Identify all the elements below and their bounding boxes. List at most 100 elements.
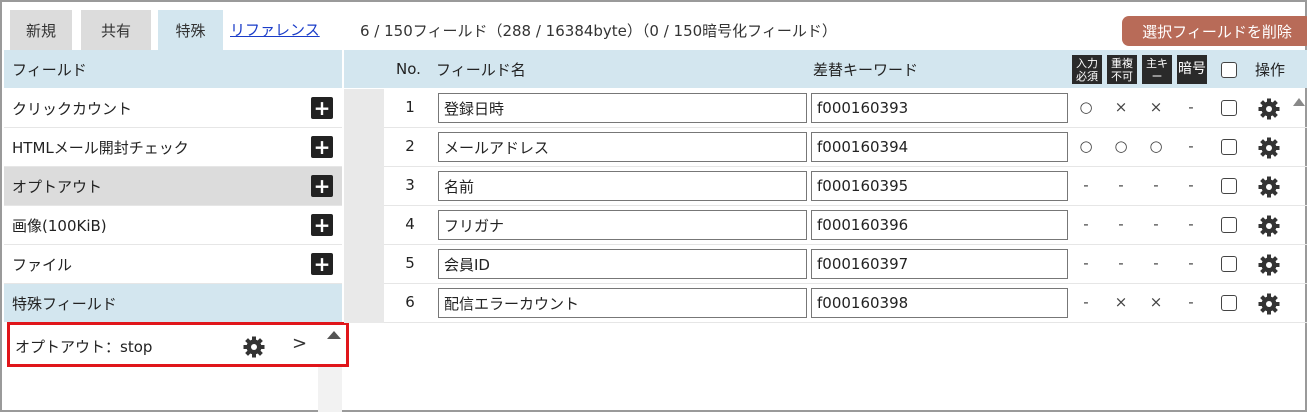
- keyword-input[interactable]: f000160398: [811, 288, 1068, 318]
- add-icon[interactable]: +: [311, 97, 333, 119]
- column-no: No.: [396, 60, 421, 78]
- unique-flag: ×: [1114, 98, 1128, 116]
- column-ops: 操作: [1255, 60, 1286, 79]
- gear-icon[interactable]: [1257, 97, 1281, 125]
- row-select-checkbox[interactable]: [1221, 139, 1237, 155]
- row-select-checkbox[interactable]: [1221, 256, 1237, 272]
- primary-key-flag: ○: [1149, 137, 1163, 155]
- scroll-up-icon[interactable]: [327, 331, 341, 339]
- row-select-checkbox[interactable]: [1221, 217, 1237, 233]
- keyword-input[interactable]: f000160396: [811, 210, 1068, 240]
- tab-share[interactable]: 共有: [81, 10, 151, 50]
- field-name-input[interactable]: 登録日時: [438, 93, 807, 123]
- primary-key-flag: -: [1153, 215, 1159, 233]
- palette-item-label: 画像(100KiB): [12, 216, 107, 235]
- scroll-up-icon[interactable]: [1293, 98, 1305, 106]
- palette-item-image: 画像(100KiB) +: [4, 206, 342, 245]
- special-fields-header: 特殊フィールド: [4, 284, 342, 322]
- table-row: 4 フリガナ f000160396- - - -: [384, 206, 1307, 245]
- tab-special[interactable]: 特殊: [158, 10, 223, 50]
- row-select-checkbox[interactable]: [1221, 295, 1237, 311]
- row-gutter: [344, 89, 384, 323]
- app-frame: 新規 共有 特殊 リファレンス 6 / 150フィールド（288 / 16384…: [0, 0, 1307, 412]
- field-name-input[interactable]: メールアドレス: [438, 132, 807, 162]
- row-number: 5: [405, 254, 415, 272]
- unique-badge: 重複不可: [1107, 55, 1137, 84]
- palette-item-label: ファイル: [12, 255, 73, 274]
- palette-item-click-count: クリックカウント +: [4, 89, 342, 128]
- required-flag: -: [1083, 293, 1089, 311]
- field-name-input[interactable]: フリガナ: [438, 210, 807, 240]
- field-name-input[interactable]: 名前: [438, 171, 807, 201]
- gear-icon[interactable]: [242, 335, 266, 363]
- primary-key-flag: -: [1153, 254, 1159, 272]
- encrypt-flag: -: [1188, 98, 1194, 116]
- add-icon[interactable]: +: [311, 136, 333, 158]
- primary-key-flag: ×: [1149, 293, 1163, 311]
- encrypt-flag: -: [1188, 293, 1194, 311]
- gear-icon[interactable]: [1257, 136, 1281, 164]
- row-number: 1: [405, 98, 415, 116]
- unique-flag: -: [1118, 254, 1124, 272]
- unique-flag: -: [1118, 176, 1124, 194]
- encrypt-flag: -: [1188, 137, 1194, 155]
- keyword-input[interactable]: f000160395: [811, 171, 1068, 201]
- table-row: 5 会員ID f000160397- - - -: [384, 245, 1307, 284]
- primary-key-badge: 主キー: [1142, 55, 1172, 84]
- palette-item-label: クリックカウント: [12, 99, 133, 118]
- delete-selected-fields-button[interactable]: 選択フィールドを削除: [1122, 16, 1307, 46]
- add-icon[interactable]: +: [311, 214, 333, 236]
- row-number: 4: [405, 215, 415, 233]
- encrypt-badge: 暗号: [1177, 55, 1207, 84]
- gear-icon[interactable]: [1257, 292, 1281, 320]
- gear-icon[interactable]: [1257, 253, 1281, 281]
- row-number: 6: [405, 293, 415, 311]
- special-item-label: オプトアウト：stop: [15, 338, 153, 356]
- row-select-checkbox[interactable]: [1221, 178, 1237, 194]
- required-flag: -: [1083, 176, 1089, 194]
- add-icon[interactable]: +: [311, 175, 333, 197]
- keyword-input[interactable]: f000160394: [811, 132, 1068, 162]
- palette-item-file: ファイル +: [4, 245, 342, 284]
- field-name-input[interactable]: 配信エラーカウント: [438, 288, 807, 318]
- required-flag: ○: [1079, 98, 1093, 116]
- palette-item-html-open-check: HTMLメール開封チェック +: [4, 128, 342, 167]
- column-keyword: 差替キーワード: [813, 60, 919, 79]
- required-badge: 入力必須: [1072, 55, 1102, 84]
- top-bar: 新規 共有 特殊 リファレンス 6 / 150フィールド（288 / 16384…: [8, 10, 1307, 50]
- table-row: 6 配信エラーカウント f000160398- × × -: [384, 284, 1307, 323]
- table-row: 1 登録日時 f000160393 ○ × × -: [384, 89, 1307, 128]
- add-icon[interactable]: +: [311, 253, 333, 275]
- table-row: 2 メールアドレス f000160394 ○ ○ ○ -: [384, 128, 1307, 167]
- select-all-checkbox[interactable]: [1221, 62, 1237, 78]
- required-flag: -: [1083, 254, 1089, 272]
- table-header: No. フィールド名 差替キーワード 入力必須 重複不可 主キー 暗号 操作: [344, 50, 1307, 88]
- column-field-name: フィールド名: [436, 60, 526, 79]
- row-number: 3: [405, 176, 415, 194]
- tab-new[interactable]: 新規: [10, 10, 72, 50]
- required-flag: ○: [1079, 137, 1093, 155]
- primary-key-flag: ×: [1149, 98, 1163, 116]
- keyword-input[interactable]: f000160393: [811, 93, 1068, 123]
- gear-icon[interactable]: [1257, 214, 1281, 242]
- unique-flag: ○: [1114, 137, 1128, 155]
- keyword-input[interactable]: f000160397: [811, 249, 1068, 279]
- field-count-text: 6 / 150フィールド（288 / 16384byte）（0 / 150暗号化…: [360, 22, 837, 40]
- unique-flag: ×: [1114, 293, 1128, 311]
- chevron-right-icon[interactable]: >: [292, 333, 307, 354]
- palette-header: フィールド: [4, 50, 342, 88]
- required-flag: -: [1083, 215, 1089, 233]
- table-row: 3 名前 f000160395- - - -: [384, 167, 1307, 206]
- primary-key-flag: -: [1153, 176, 1159, 194]
- unique-flag: -: [1118, 215, 1124, 233]
- row-select-checkbox[interactable]: [1221, 100, 1237, 116]
- row-number: 2: [405, 137, 415, 155]
- encrypt-flag: -: [1188, 215, 1194, 233]
- palette-item-opt-out: オプトアウト +: [4, 167, 342, 206]
- special-item-opt-out-stop[interactable]: オプトアウト：stop >: [7, 322, 349, 367]
- field-name-input[interactable]: 会員ID: [438, 249, 807, 279]
- encrypt-flag: -: [1188, 254, 1194, 272]
- gear-icon[interactable]: [1257, 175, 1281, 203]
- encrypt-flag: -: [1188, 176, 1194, 194]
- reference-link[interactable]: リファレンス: [230, 19, 320, 40]
